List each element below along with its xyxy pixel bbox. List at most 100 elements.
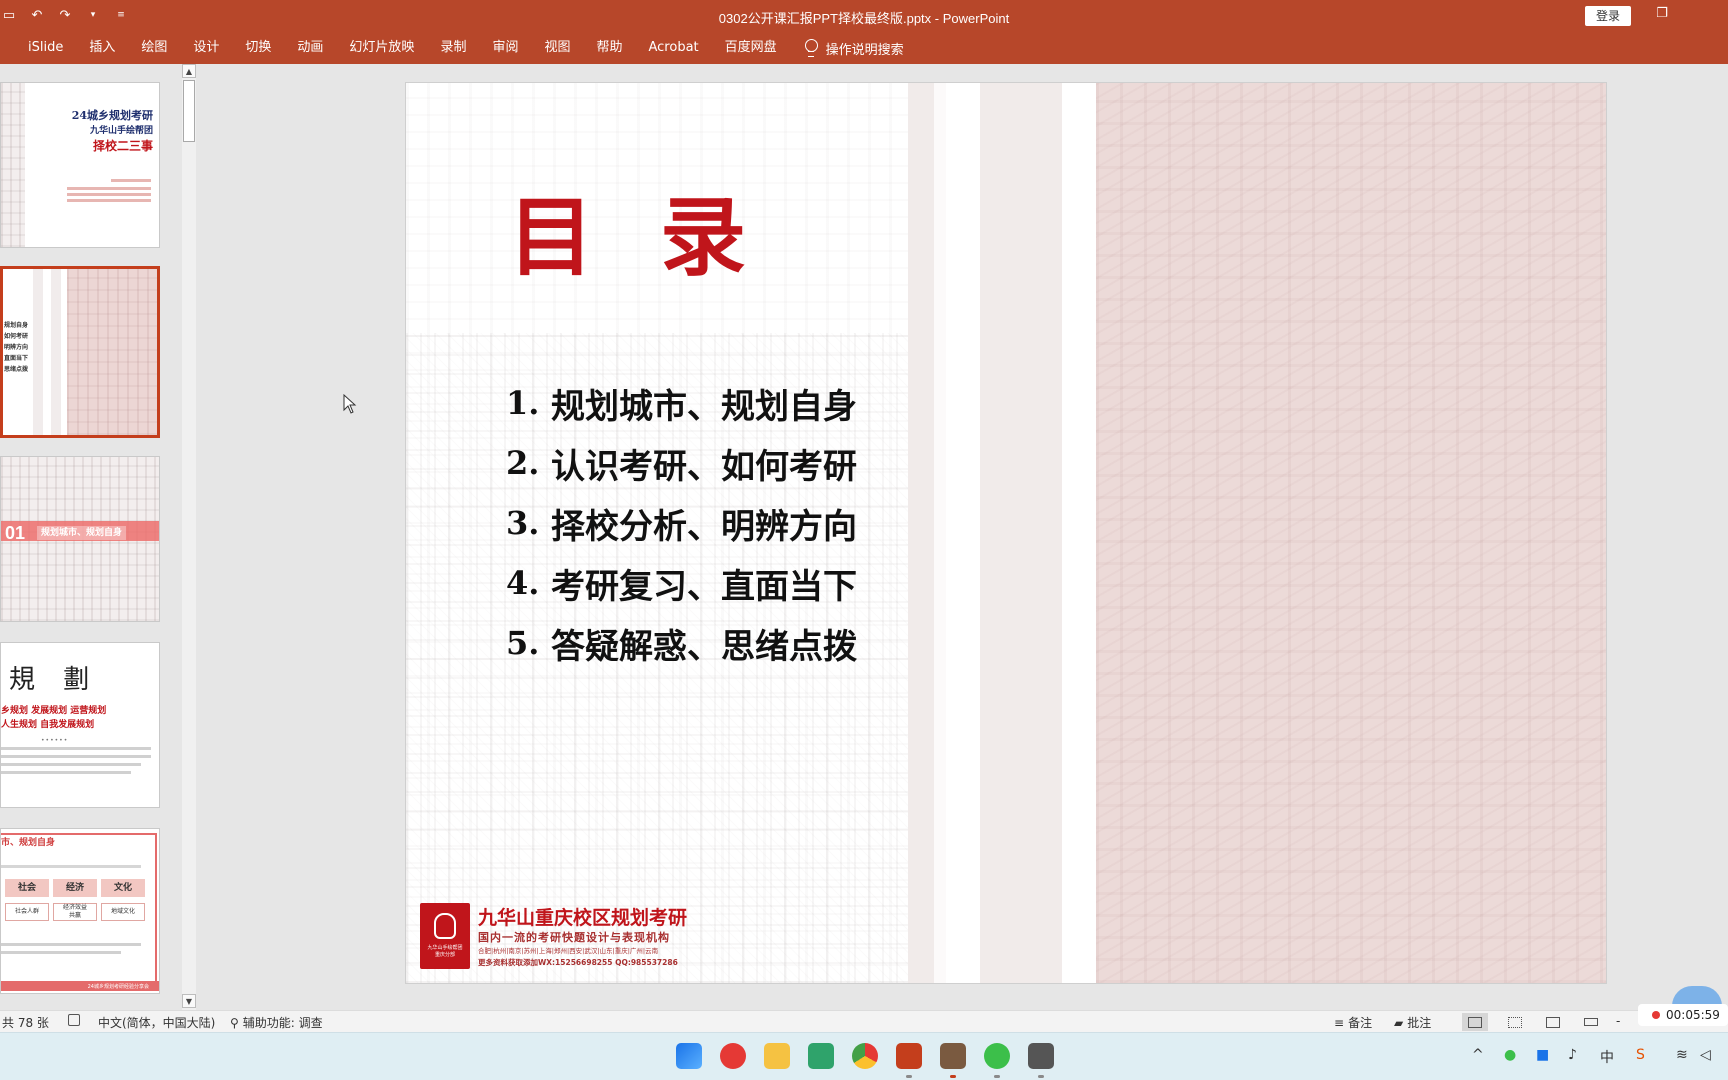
tab-baidu-netdisk[interactable]: 百度网盘 bbox=[712, 32, 790, 64]
thumbnail-dots: •••••• bbox=[41, 737, 69, 744]
tab-insert[interactable]: 插入 bbox=[76, 32, 128, 64]
volume-icon[interactable]: ◁ bbox=[1700, 1047, 1711, 1063]
chevron-up-icon[interactable]: ^ bbox=[1472, 1047, 1484, 1063]
chat-app-icon[interactable] bbox=[808, 1043, 834, 1069]
slide-thumbnail-4[interactable]: 規 劃 乡规划 发展规划 运营规划 人生规划 自我发展规划 •••••• bbox=[0, 642, 160, 808]
brand-cities: 合肥|杭州|南京|苏州|上海|郑州|西安|武汉|山东|重庆|广州|云南 bbox=[478, 947, 659, 955]
toc-item: 3. 择校分析、明辨方向 bbox=[506, 493, 857, 553]
login-button[interactable]: 登录 bbox=[1585, 6, 1631, 26]
slide-strip bbox=[980, 83, 1062, 983]
slide-thumbnail-2-selected[interactable]: 规划自身 如何考研 明辨方向 直面当下 思绪点拨 bbox=[0, 266, 160, 438]
slideshow-button[interactable] bbox=[1578, 1013, 1604, 1031]
thumbnail-title: 市、规划自身 bbox=[1, 838, 56, 848]
scroll-down-icon[interactable]: ▼ bbox=[182, 994, 196, 1008]
thumbnail-sketch-image bbox=[1, 83, 25, 247]
thumbnail-text-line bbox=[1, 771, 131, 774]
slide-thumbnail-3[interactable]: 01 规划城市、规划自身 bbox=[0, 456, 160, 622]
thumbnail-text-line bbox=[111, 179, 151, 182]
tab-slideshow[interactable]: 幻灯片放映 bbox=[336, 32, 427, 64]
accessibility-label: 辅助功能: 调查 bbox=[242, 1016, 323, 1030]
language-indicator[interactable]: 中文(简体，中国大陆) bbox=[98, 1014, 215, 1031]
netease-music-icon[interactable] bbox=[720, 1043, 746, 1069]
wechat-icon[interactable] bbox=[984, 1043, 1010, 1069]
floating-assistant-icon[interactable] bbox=[1672, 986, 1722, 1006]
tell-me-search[interactable]: 操作说明搜索 bbox=[804, 39, 904, 58]
ribbon-tabs: iSlide 插入 绘图 设计 切换 动画 幻灯片放映 录制 审阅 视图 帮助 … bbox=[0, 32, 1728, 64]
tab-animations[interactable]: 动画 bbox=[284, 32, 336, 64]
thumbnail-text-line bbox=[1, 951, 121, 954]
thumbnail-toc-line: 直面当下 bbox=[4, 355, 29, 362]
thumbnail-scrollbar[interactable]: ▲ ▼ bbox=[182, 64, 196, 1010]
toc-number: 2. bbox=[506, 444, 540, 482]
tell-me-label: 操作说明搜索 bbox=[825, 42, 904, 58]
thumbnail-section-label: 规划城市、规划自身 bbox=[37, 526, 127, 540]
tab-view[interactable]: 视图 bbox=[531, 32, 583, 64]
accessibility-icon: ⚲ bbox=[230, 1015, 239, 1030]
table-of-contents[interactable]: 1. 规划城市、规划自身 2. 认识考研、如何考研 3. 择校分析、明辨方向 4… bbox=[506, 373, 857, 673]
tab-acrobat[interactable]: Acrobat bbox=[636, 32, 712, 64]
slide-strip bbox=[908, 83, 934, 983]
brand-logo: 九华山手绘帮团 重庆分部 bbox=[420, 903, 470, 969]
reading-view-button[interactable] bbox=[1540, 1013, 1566, 1031]
accessibility-status[interactable]: ⚲ 辅助功能: 调查 bbox=[230, 1014, 323, 1031]
slide-thumbnail-5[interactable]: 市、规划自身 社会 经济 文化 社会人群 经济效益 共赢 地域文化 24城乡规划… bbox=[0, 828, 160, 994]
sorter-view-button[interactable] bbox=[1502, 1013, 1528, 1031]
image-viewer-icon[interactable] bbox=[940, 1043, 966, 1069]
network-app-icon[interactable]: ■ bbox=[1536, 1047, 1549, 1063]
tab-draw[interactable]: 绘图 bbox=[128, 32, 180, 64]
slide-strip bbox=[934, 83, 946, 983]
file-explorer-icon[interactable] bbox=[764, 1043, 790, 1069]
thumbnail-sketch-image bbox=[67, 269, 157, 435]
comments-button[interactable]: ▰ 批注 bbox=[1394, 1014, 1431, 1031]
running-indicator bbox=[950, 1075, 956, 1078]
tab-design[interactable]: 设计 bbox=[180, 32, 232, 64]
thumbnail-text-line bbox=[67, 193, 151, 196]
thumbnail-strip bbox=[33, 269, 43, 435]
thumbnail-box: 文化 bbox=[101, 879, 145, 897]
thumbnail-text-line bbox=[67, 187, 151, 190]
thumbnail-title-line: 九华山手绘帮团 bbox=[89, 126, 153, 136]
brand-block[interactable]: 九华山手绘帮团 重庆分部 九华山重庆校区规划考研 国内一流的考研快题设计与表现机… bbox=[420, 903, 700, 971]
restore-window-icon[interactable]: ❐ bbox=[1652, 6, 1672, 24]
tab-review[interactable]: 审阅 bbox=[479, 32, 531, 64]
input-method-icon[interactable]: 中 bbox=[1600, 1047, 1614, 1067]
title-bar: ▭ ↶ ↷ ▾ ≡ 0302公开课汇报PPT择校最终版.pptx - Power… bbox=[0, 0, 1728, 32]
brand-name: 九华山重庆校区规划考研 bbox=[478, 907, 688, 929]
tab-transitions[interactable]: 切换 bbox=[232, 32, 284, 64]
zoom-out-button[interactable]: - bbox=[1616, 1014, 1620, 1028]
spell-check-icon[interactable] bbox=[68, 1014, 80, 1026]
wifi-icon[interactable]: ≋ bbox=[1676, 1047, 1688, 1063]
tab-record[interactable]: 录制 bbox=[427, 32, 479, 64]
scrollbar-thumb[interactable] bbox=[183, 80, 195, 142]
notes-button[interactable]: ≡ 备注 bbox=[1334, 1014, 1372, 1031]
slide-canvas[interactable]: 目 录 1. 规划城市、规划自身 2. 认识考研、如何考研 3. 择校分析、明辨… bbox=[406, 83, 1606, 983]
microphone-icon[interactable]: ♪ bbox=[1568, 1047, 1577, 1063]
normal-view-button[interactable] bbox=[1462, 1013, 1488, 1031]
powerpoint-icon[interactable] bbox=[896, 1043, 922, 1069]
slide-thumbnail-panel: 24城乡规划考研 九华山手绘帮团 择校二三事 规划自身 如何考研 明辨方向 直面… bbox=[0, 64, 200, 1010]
sogou-icon[interactable]: S bbox=[1636, 1047, 1645, 1063]
toc-number: 5. bbox=[506, 624, 540, 662]
toc-text: 择校分析、明辨方向 bbox=[551, 506, 857, 547]
recorder-app-icon[interactable] bbox=[1028, 1043, 1054, 1069]
slide-thumbnail-1[interactable]: 24城乡规划考研 九华山手绘帮团 择校二三事 bbox=[0, 82, 160, 248]
windows-start-icon[interactable] bbox=[676, 1043, 702, 1069]
slide-count: 共 78 张 bbox=[2, 1016, 49, 1030]
thumbnail-box: 社会 bbox=[5, 879, 49, 897]
comments-label: 批注 bbox=[1407, 1016, 1432, 1030]
slide-title[interactable]: 目 录 bbox=[508, 167, 764, 292]
wechat-tray-icon[interactable]: ● bbox=[1504, 1047, 1516, 1063]
thumbnail-toc-line: 如何考研 bbox=[4, 333, 29, 340]
recording-timer[interactable]: 00:05:59 bbox=[1638, 1004, 1728, 1026]
toc-number: 3. bbox=[506, 504, 540, 542]
chrome-icon[interactable] bbox=[852, 1043, 878, 1069]
tab-islide[interactable]: iSlide bbox=[0, 32, 76, 64]
brand-subtitle: 国内一流的考研快题设计与表现机构 bbox=[478, 931, 670, 944]
scroll-up-icon[interactable]: ▲ bbox=[182, 64, 196, 78]
brand-logo-caption: 九华山手绘帮团 重庆分部 bbox=[427, 945, 463, 958]
toc-number: 4. bbox=[506, 564, 540, 602]
thumbnail-title-line: 择校二三事 bbox=[92, 139, 153, 153]
slide-strip bbox=[1062, 83, 1096, 983]
normal-view-icon bbox=[1468, 1016, 1482, 1028]
tab-help[interactable]: 帮助 bbox=[583, 32, 635, 64]
